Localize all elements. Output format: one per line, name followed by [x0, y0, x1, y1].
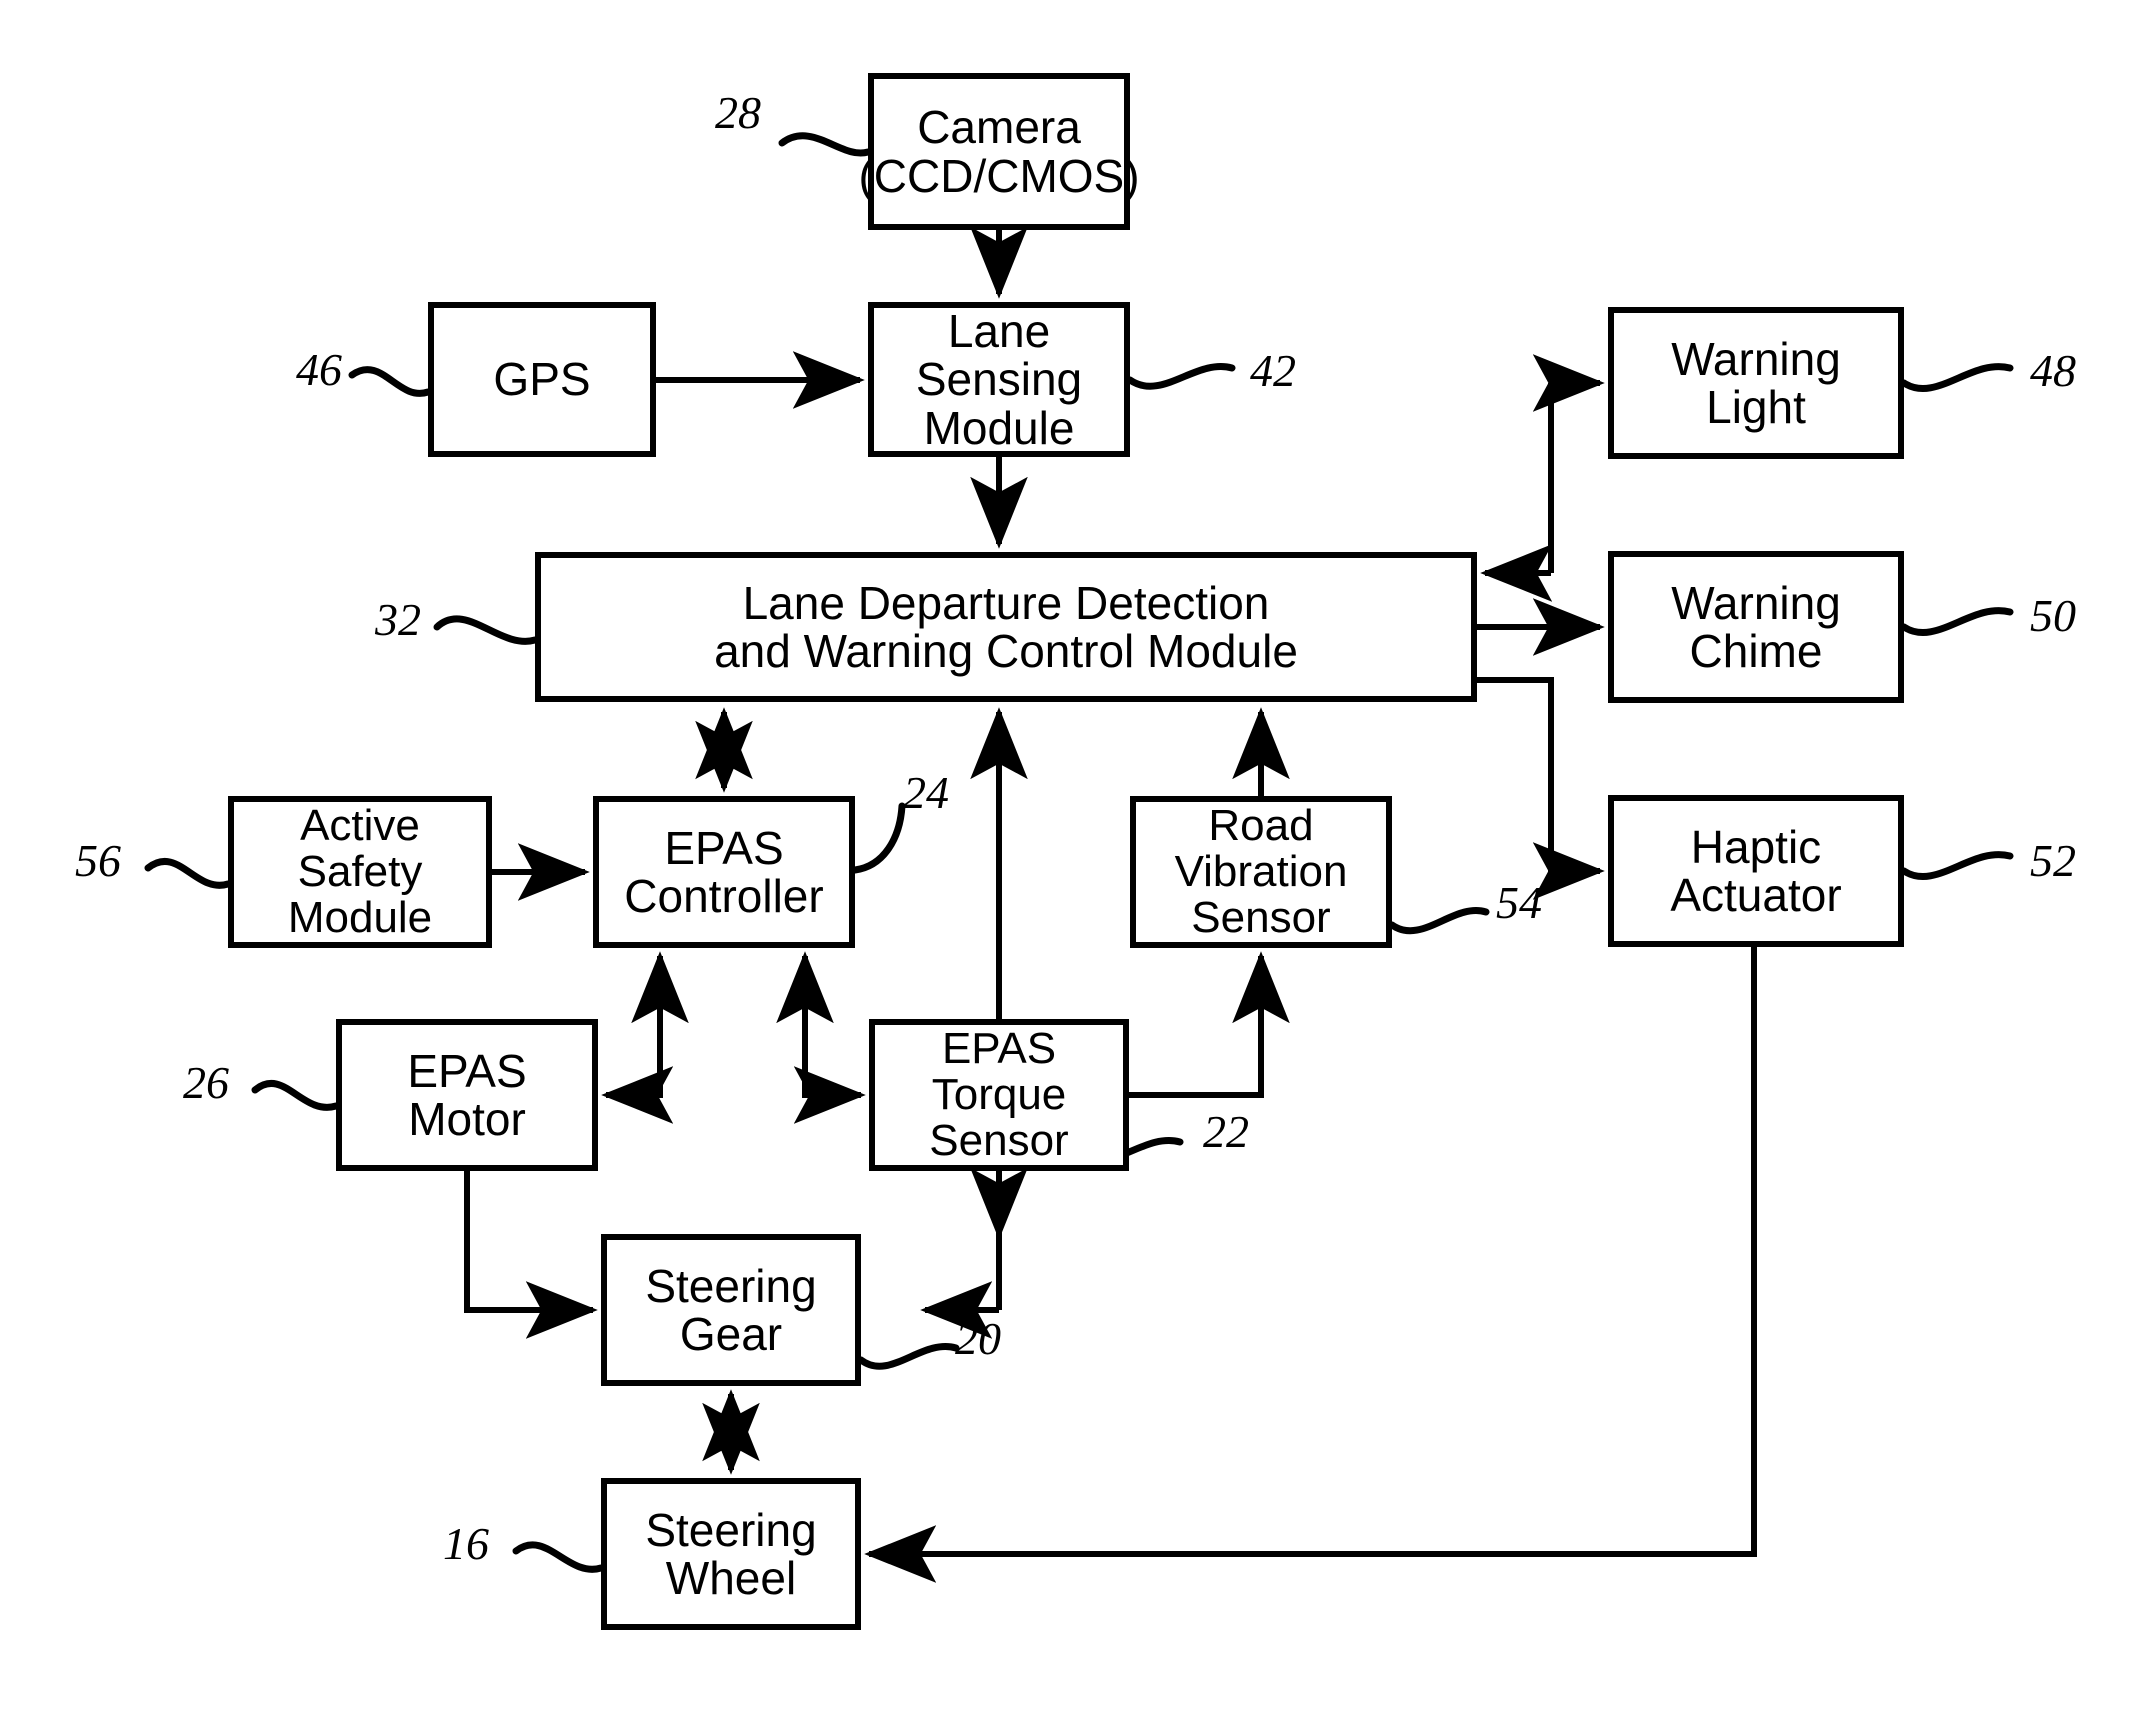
node-steering-gear-label: Steering Gear [645, 1259, 817, 1360]
node-active-safety-module-label: Active Safety Module [287, 800, 433, 943]
node-lane-departure-control-module-label: Lane Departure Detection and Warning Con… [714, 576, 1298, 677]
leader-48 [1900, 363, 2014, 392]
node-road-vibration-sensor-label: Road Vibration Sensor [1174, 800, 1348, 943]
leader-24 [851, 802, 906, 874]
ref-numeral-24: 24 [903, 767, 949, 818]
node-camera[interactable]: Camera (CCD/CMOS) [858, 73, 1140, 230]
node-lane-sensing-module-label: Lane Sensing Module [915, 305, 1083, 454]
wire-epas-controller-to-motor [601, 1019, 674, 1124]
ref-numeral-20: 20 [955, 1313, 1001, 1364]
patent-figure: Camera (CCD/CMOS) GPS Lane Sensing Modul… [0, 0, 2137, 1712]
node-epas-controller-label: EPAS Controller [624, 821, 824, 922]
ref-numeral-48: 48 [2030, 345, 2076, 396]
node-steering-wheel-label: Steering Wheel [645, 1503, 817, 1604]
node-haptic-actuator-label: Haptic Actuator [1670, 820, 1842, 921]
ref-numeral-42: 42 [1250, 345, 1296, 396]
wire-ldw-to-haptic [1477, 677, 1605, 900]
node-epas-motor[interactable]: EPAS Motor [336, 1019, 598, 1171]
node-active-safety-module[interactable]: Active Safety Module [228, 796, 492, 948]
ref-numeral-52: 52 [2030, 835, 2076, 886]
node-epas-motor-label: EPAS Motor [407, 1044, 527, 1145]
node-camera-label: Camera (CCD/CMOS) [858, 101, 1140, 202]
node-haptic-actuator[interactable]: Haptic Actuator [1608, 795, 1904, 947]
leader-46 [348, 366, 432, 397]
leader-50 [1900, 607, 2014, 636]
ref-numeral-32: 32 [375, 594, 421, 645]
leader-26 [251, 1080, 340, 1111]
node-warning-light[interactable]: Warning Light [1608, 307, 1904, 459]
ref-numeral-16: 16 [443, 1518, 489, 1569]
leader-52 [1900, 851, 2014, 880]
leader-20 [857, 1343, 960, 1370]
leader-16 [512, 1541, 605, 1573]
ref-numeral-50: 50 [2030, 590, 2076, 641]
node-lane-sensing-module[interactable]: Lane Sensing Module [868, 302, 1130, 457]
node-road-vibration-sensor[interactable]: Road Vibration Sensor [1130, 796, 1392, 948]
wire-motor-to-steering-gear [464, 1171, 598, 1339]
node-gps-label: GPS [493, 353, 591, 406]
node-lane-departure-control-module[interactable]: Lane Departure Detection and Warning Con… [535, 552, 1477, 702]
ref-numeral-56: 56 [75, 835, 121, 886]
node-warning-light-label: Warning Light [1671, 332, 1841, 433]
leader-54 [1388, 907, 1490, 935]
node-gps[interactable]: GPS [428, 302, 656, 457]
node-epas-controller[interactable]: EPAS Controller [593, 796, 855, 948]
ref-numeral-26: 26 [183, 1057, 229, 1108]
leader-32 [433, 615, 539, 645]
ref-numeral-22: 22 [1203, 1106, 1249, 1157]
wire-epas-controller-to-torque [793, 1019, 866, 1124]
node-epas-torque-sensor-label: EPAS Torque Sensor [929, 1023, 1069, 1166]
wire-torque-to-road-vib [1129, 951, 1290, 1098]
node-steering-wheel[interactable]: Steering Wheel [601, 1478, 861, 1630]
node-epas-torque-sensor[interactable]: EPAS Torque Sensor [869, 1019, 1129, 1171]
ref-numeral-54: 54 [1496, 877, 1542, 928]
leader-56 [144, 858, 232, 889]
node-warning-chime-label: Warning Chime [1671, 576, 1841, 677]
node-warning-chime[interactable]: Warning Chime [1608, 551, 1904, 703]
leader-42 [1126, 363, 1236, 390]
node-steering-gear[interactable]: Steering Gear [601, 1234, 861, 1386]
ref-numeral-28: 28 [715, 87, 761, 138]
ref-numeral-46: 46 [296, 344, 342, 395]
